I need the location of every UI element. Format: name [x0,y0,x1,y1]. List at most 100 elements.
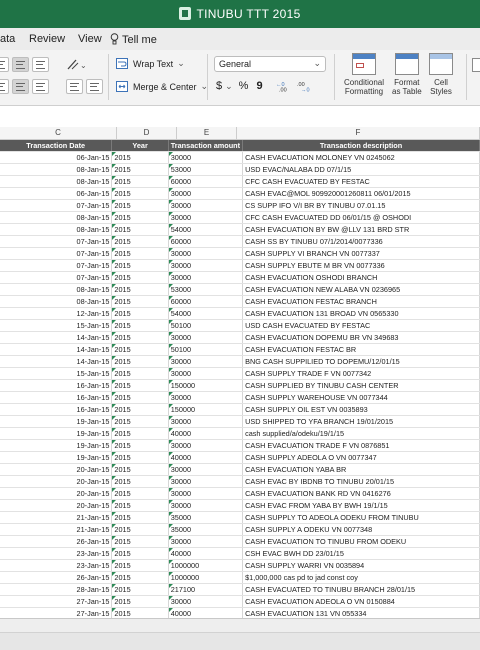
amount-cell[interactable]: 30000 [168,187,244,201]
cell-styles-button[interactable]: Cell Styles [429,53,453,96]
date-cell[interactable]: 08-Jan-15 [0,175,113,189]
description-cell[interactable]: CASH EVAC BY IBDNB TO TINUBU 20/01/15 [242,475,480,489]
date-cell[interactable]: 16-Jan-15 [0,403,113,417]
description-cell[interactable]: CASH SUPPLY VI BRANCH VN 0077337 [242,247,480,261]
description-cell[interactable]: CASH EVACUATION YABA BR [242,463,480,477]
amount-cell[interactable]: 217100 [168,583,244,597]
amount-cell[interactable]: 30000 [168,151,244,165]
decrease-decimal-icon[interactable]: .00→0 [297,80,315,92]
description-cell[interactable]: CASH SUPPLY TO ADEOLA ODEKU FROM TINUBU [242,511,480,525]
align-right-button[interactable] [32,79,49,94]
year-cell[interactable]: 2015 [111,163,169,177]
amount-cell[interactable]: 30000 [168,391,244,405]
description-cell[interactable]: CASH EVACUATION TO TINUBU FROM ODEKU [242,535,480,549]
amount-cell[interactable]: 30000 [168,415,244,429]
amount-cell[interactable]: 30000 [168,247,244,261]
date-cell[interactable]: 28-Jan-15 [0,583,113,597]
description-cell[interactable]: CFC CASH EVACUATED BY FESTAC [242,175,480,189]
date-cell[interactable]: 23-Jan-15 [0,559,113,573]
amount-cell[interactable]: 35000 [168,523,244,537]
header-cell[interactable]: Transaction description [242,140,480,153]
year-cell[interactable]: 2015 [111,583,169,597]
year-cell[interactable]: 2015 [111,523,169,537]
date-cell[interactable]: 12-Jan-15 [0,307,113,321]
date-cell[interactable]: 08-Jan-15 [0,283,113,297]
year-cell[interactable]: 2015 [111,223,169,237]
orientation-button[interactable]: ⌄ [66,57,88,71]
amount-cell[interactable]: 30000 [168,499,244,513]
year-cell[interactable]: 2015 [111,307,169,321]
year-cell[interactable]: 2015 [111,391,169,405]
description-cell[interactable]: CASH EVAC@MOL 909920001260811 06/01/2015 [242,187,480,201]
date-cell[interactable]: 06-Jan-15 [0,151,113,165]
number-format-select[interactable]: General ⌄ [214,56,326,72]
amount-cell[interactable]: 150000 [168,403,244,417]
column-header-c[interactable]: C [0,127,117,140]
date-cell[interactable]: 21-Jan-15 [0,511,113,525]
column-header-f[interactable]: F [237,127,480,140]
date-cell[interactable]: 14-Jan-15 [0,343,113,357]
format-as-table-button[interactable]: Format as Table [392,53,422,96]
description-cell[interactable]: USD CASH EVACUATED BY FESTAC [242,319,480,333]
date-cell[interactable]: 26-Jan-15 [0,535,113,549]
year-cell[interactable]: 2015 [111,319,169,333]
align-middle-button[interactable] [12,57,29,72]
date-cell[interactable]: 20-Jan-15 [0,463,113,477]
description-cell[interactable]: CASH SUPPLY EBUTE M BR VN 0077336 [242,259,480,273]
amount-cell[interactable]: 53000 [168,163,244,177]
year-cell[interactable]: 2015 [111,607,169,618]
description-cell[interactable]: CASH EVACUATION 131 VN 055334 [242,607,480,618]
comma-style-button[interactable]: 9 [256,80,262,92]
amount-cell[interactable]: 30000 [168,487,244,501]
merge-center-button[interactable]: Merge & Center ⌄ [116,81,208,92]
date-cell[interactable]: 16-Jan-15 [0,391,113,405]
date-cell[interactable]: 19-Jan-15 [0,451,113,465]
date-cell[interactable]: 19-Jan-15 [0,415,113,429]
date-cell[interactable]: 23-Jan-15 [0,547,113,561]
wrap-text-button[interactable]: Wrap Text ⌄ [116,58,185,69]
date-cell[interactable]: 07-Jan-15 [0,259,113,273]
date-cell[interactable]: 08-Jan-15 [0,295,113,309]
year-cell[interactable]: 2015 [111,235,169,249]
amount-cell[interactable]: 60000 [168,235,244,249]
date-cell[interactable]: 19-Jan-15 [0,427,113,441]
description-cell[interactable]: CASH SS BY TINUBU 07/1/2014/0077336 [242,235,480,249]
amount-cell[interactable]: 53000 [168,283,244,297]
year-cell[interactable]: 2015 [111,463,169,477]
year-cell[interactable]: 2015 [111,283,169,297]
date-cell[interactable]: 08-Jan-15 [0,163,113,177]
date-cell[interactable]: 07-Jan-15 [0,235,113,249]
year-cell[interactable]: 2015 [111,475,169,489]
year-cell[interactable]: 2015 [111,487,169,501]
header-cell[interactable]: Year [111,140,169,153]
amount-cell[interactable]: 60000 [168,175,244,189]
amount-cell[interactable]: 30000 [168,211,244,225]
date-cell[interactable]: 08-Jan-15 [0,211,113,225]
amount-cell[interactable]: 35000 [168,511,244,525]
amount-cell[interactable]: 54000 [168,223,244,237]
date-cell[interactable]: 08-Jan-15 [0,223,113,237]
date-cell[interactable]: 16-Jan-15 [0,379,113,393]
amount-cell[interactable]: 40000 [168,451,244,465]
description-cell[interactable]: CASH EVACUATION OSHODI BRANCH [242,271,480,285]
description-cell[interactable]: CSH EVAC BWH DD 23/01/15 [242,547,480,561]
amount-cell[interactable]: 40000 [168,547,244,561]
year-cell[interactable]: 2015 [111,403,169,417]
amount-cell[interactable]: 1000000 [168,559,244,573]
date-cell[interactable]: 20-Jan-15 [0,475,113,489]
date-cell[interactable]: 07-Jan-15 [0,199,113,213]
currency-button[interactable]: $ [216,80,222,92]
align-bottom-button[interactable] [32,57,49,72]
amount-cell[interactable]: 30000 [168,259,244,273]
amount-cell[interactable]: 30000 [168,355,244,369]
year-cell[interactable]: 2015 [111,427,169,441]
date-cell[interactable]: 07-Jan-15 [0,271,113,285]
year-cell[interactable]: 2015 [111,439,169,453]
amount-cell[interactable]: 30000 [168,439,244,453]
description-cell[interactable]: CASH EVACUATION BANK RD VN 0416276 [242,487,480,501]
year-cell[interactable]: 2015 [111,211,169,225]
description-cell[interactable]: CASH EVACUATION ADEOLA O VN 0150884 [242,595,480,609]
year-cell[interactable]: 2015 [111,343,169,357]
date-cell[interactable]: 06-Jan-15 [0,187,113,201]
date-cell[interactable]: 20-Jan-15 [0,499,113,513]
